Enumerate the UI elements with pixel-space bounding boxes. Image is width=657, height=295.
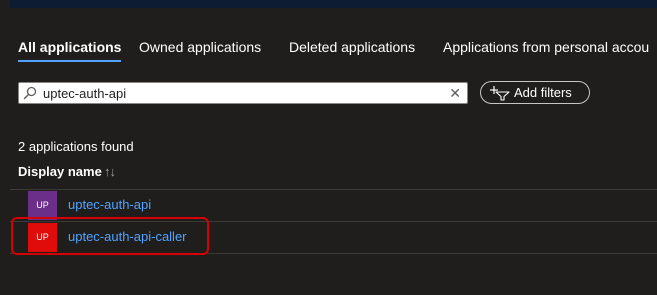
add-filters-button[interactable]: Add filters [480,81,590,104]
search-icon [23,86,37,100]
avatar: UP [28,223,57,252]
table-row[interactable]: UP uptec-auth-api-caller [10,222,657,253]
tab-personal-applications[interactable]: Applications from personal accou [443,38,649,56]
top-banner [10,0,657,8]
close-icon[interactable]: ✕ [449,84,461,102]
app-name-link[interactable]: uptec-auth-api-caller [68,229,187,244]
results-count: 2 applications found [18,139,134,154]
search-box[interactable]: ✕ [18,82,468,104]
table-row[interactable]: UP uptec-auth-api [10,190,657,221]
add-filter-icon [490,86,510,101]
tab-all-applications[interactable]: All applications [18,38,122,62]
app-name-link[interactable]: uptec-auth-api [68,197,151,212]
row-divider [10,253,657,254]
avatar: UP [28,191,57,220]
sort-icon[interactable]: ↑↓ [104,164,116,179]
add-filters-label: Add filters [514,85,572,100]
app-registrations-page: All applications Owned applications Dele… [0,0,657,295]
tab-deleted-applications[interactable]: Deleted applications [289,38,415,56]
tab-owned-applications[interactable]: Owned applications [139,38,261,56]
search-input[interactable] [43,84,443,102]
display-name-column-header[interactable]: Display name [18,164,102,179]
